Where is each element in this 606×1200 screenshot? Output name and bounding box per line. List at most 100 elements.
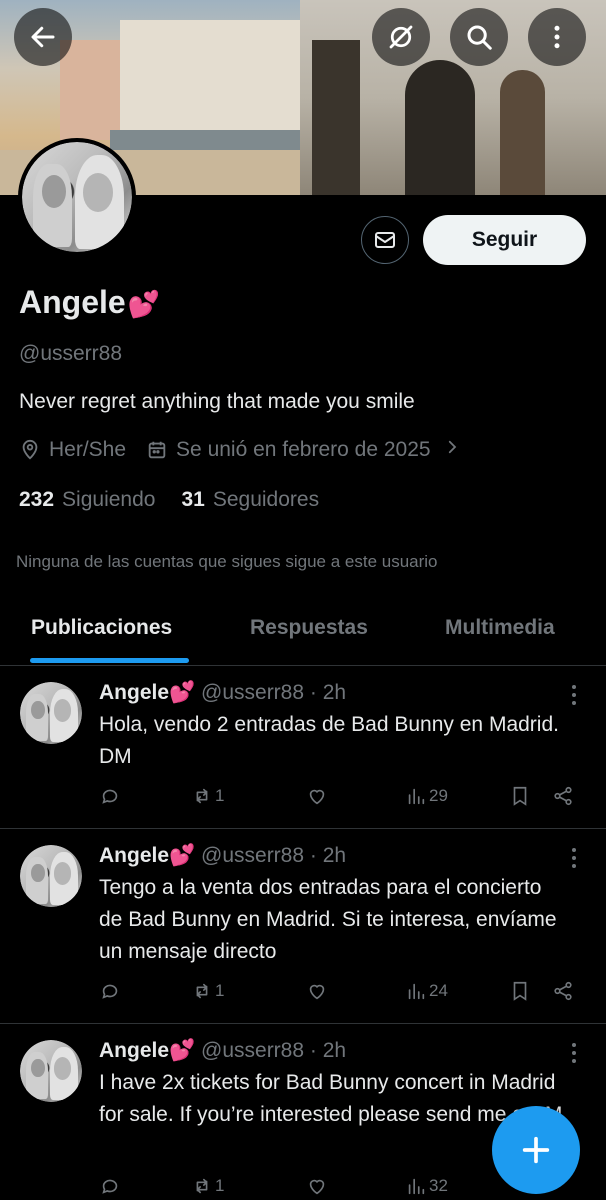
following-count: 232 xyxy=(19,488,55,511)
followers-link[interactable]: 31 Seguidores xyxy=(181,488,319,512)
reply-button[interactable] xyxy=(99,785,121,807)
post-author-emoji: 💕 xyxy=(169,844,196,867)
reply-button[interactable] xyxy=(99,1175,121,1197)
followers-label: Seguidores xyxy=(212,488,320,511)
bookmark-button[interactable] xyxy=(509,785,531,807)
envelope-icon xyxy=(375,232,395,248)
bookmark-icon xyxy=(513,981,527,1001)
tab-multimedia[interactable]: Multimedia xyxy=(445,616,555,640)
back-button[interactable] xyxy=(14,8,72,66)
share-icon xyxy=(554,981,572,1001)
views-icon xyxy=(408,1178,425,1195)
location-pin-icon xyxy=(19,439,41,461)
heart-icon xyxy=(309,984,325,1000)
share-icon xyxy=(554,786,572,806)
like-button[interactable] xyxy=(306,785,328,807)
post-author-name[interactable]: Angele xyxy=(99,681,169,704)
post-avatar[interactable] xyxy=(20,1040,82,1102)
post-author-emoji: 💕 xyxy=(169,681,196,704)
views-button[interactable]: 29 xyxy=(405,785,448,807)
views-button[interactable]: 32 xyxy=(405,1175,448,1197)
followers-count: 31 xyxy=(181,488,205,511)
post-time: · 2h xyxy=(309,681,347,704)
views-button[interactable]: 24 xyxy=(405,980,448,1002)
repost-button[interactable]: 1 xyxy=(191,785,224,807)
profile-meta: Her/She Se unió en febrero de 2025 xyxy=(19,438,461,462)
post-text: Hola, vendo 2 entradas de Bad Bunny en M… xyxy=(99,713,559,768)
post-header: Angele💕 @usserr88 · 2h xyxy=(99,844,346,868)
search-icon xyxy=(467,25,492,50)
hide-button[interactable] xyxy=(372,8,430,66)
more-options-button[interactable] xyxy=(528,8,586,66)
compose-button[interactable] xyxy=(492,1106,580,1194)
views-count: 29 xyxy=(429,786,448,805)
profile-tabs: Publicaciones Respuestas Multimedia xyxy=(0,600,606,666)
post-actions: 1 24 xyxy=(99,980,579,1010)
eye-slash-icon xyxy=(389,25,413,49)
like-button[interactable] xyxy=(306,1175,328,1197)
heart-icon xyxy=(309,789,325,805)
repost-count: 1 xyxy=(215,981,225,1000)
profile-name: Angele💕 xyxy=(19,284,160,321)
post-author-handle: @usserr88 xyxy=(201,844,305,867)
active-tab-indicator xyxy=(30,658,189,663)
plus-icon xyxy=(522,1136,550,1164)
profile-name-text: Angele xyxy=(19,284,126,320)
repost-icon xyxy=(196,1178,208,1194)
arrow-left-icon xyxy=(31,26,55,48)
join-date[interactable]: Se unió en febrero de 2025 xyxy=(176,438,431,462)
profile-name-emoji: 💕 xyxy=(127,289,161,319)
post-item[interactable]: Angele💕 @usserr88 · 2h Hola, vendo 2 ent… xyxy=(0,667,606,829)
bookmark-icon xyxy=(513,786,527,806)
following-link[interactable]: 232 Siguiendo xyxy=(19,488,155,512)
views-icon xyxy=(408,788,425,805)
like-button[interactable] xyxy=(306,980,328,1002)
views-count: 24 xyxy=(429,981,448,1000)
post-text: I have 2x tickets for Bad Bunny concert … xyxy=(99,1071,563,1126)
post-author-handle: @usserr88 xyxy=(201,681,305,704)
post-author-name[interactable]: Angele xyxy=(99,844,169,867)
post-author-name[interactable]: Angele xyxy=(99,1039,169,1062)
repost-button[interactable]: 1 xyxy=(191,1175,224,1197)
pronouns: Her/She xyxy=(49,438,127,461)
follow-button[interactable]: Seguir xyxy=(423,215,586,265)
repost-count: 1 xyxy=(215,1176,225,1195)
chevron-right-icon[interactable] xyxy=(443,438,461,462)
post-more-icon[interactable] xyxy=(566,683,582,707)
follow-stats: 232 Siguiendo 31 Seguidores xyxy=(19,488,319,512)
search-button[interactable] xyxy=(450,8,508,66)
post-more-icon[interactable] xyxy=(566,846,582,870)
reply-icon xyxy=(102,984,118,999)
post-more-icon[interactable] xyxy=(566,1041,582,1065)
post-avatar[interactable] xyxy=(20,845,82,907)
post-avatar[interactable] xyxy=(20,682,82,744)
tab-respuestas[interactable]: Respuestas xyxy=(250,616,368,640)
post-author-emoji: 💕 xyxy=(169,1039,196,1062)
views-icon xyxy=(408,983,425,1000)
repost-count: 1 xyxy=(215,786,225,805)
calendar-icon xyxy=(146,439,168,461)
bookmark-button[interactable] xyxy=(509,980,531,1002)
post-actions: 1 29 xyxy=(99,785,579,815)
tab-publicaciones[interactable]: Publicaciones xyxy=(31,616,172,640)
post-item[interactable]: Angele💕 @usserr88 · 2h Tengo a la venta … xyxy=(0,830,606,1024)
post-time: · 2h xyxy=(309,844,347,867)
message-button[interactable] xyxy=(361,216,409,264)
reply-icon xyxy=(102,1179,118,1194)
share-button[interactable] xyxy=(552,980,574,1002)
more-vertical-icon xyxy=(554,25,560,49)
mutuals-note: Ninguna de las cuentas que sigues sigue … xyxy=(16,552,438,571)
heart-icon xyxy=(309,1179,325,1195)
repost-button[interactable]: 1 xyxy=(191,980,224,1002)
repost-icon xyxy=(196,788,208,804)
reply-icon xyxy=(102,789,118,804)
repost-icon xyxy=(196,983,208,999)
profile-bio: Never regret anything that made you smil… xyxy=(19,390,415,413)
profile-handle: @usserr88 xyxy=(19,342,123,365)
profile-avatar[interactable] xyxy=(18,138,136,256)
post-text: Tengo a la venta dos entradas para el co… xyxy=(99,876,557,963)
views-count: 32 xyxy=(429,1176,448,1195)
share-button[interactable] xyxy=(552,785,574,807)
post-time: · 2h xyxy=(309,1039,347,1062)
reply-button[interactable] xyxy=(99,980,121,1002)
